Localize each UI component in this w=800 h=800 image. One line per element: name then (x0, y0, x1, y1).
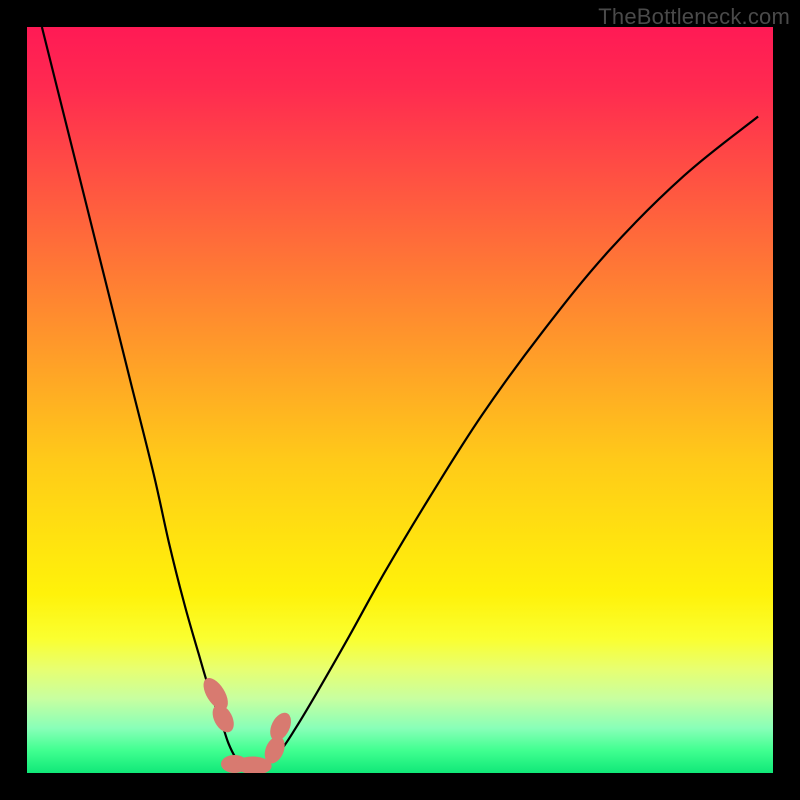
chart-plot-area (27, 27, 773, 773)
data-point-markers (199, 674, 296, 773)
bottleneck-curve-right (266, 117, 758, 766)
bottleneck-curve-left (42, 27, 243, 766)
data-marker (208, 701, 238, 736)
watermark-text: TheBottleneck.com (598, 4, 790, 30)
chart-svg (27, 27, 773, 773)
data-marker (266, 709, 295, 744)
